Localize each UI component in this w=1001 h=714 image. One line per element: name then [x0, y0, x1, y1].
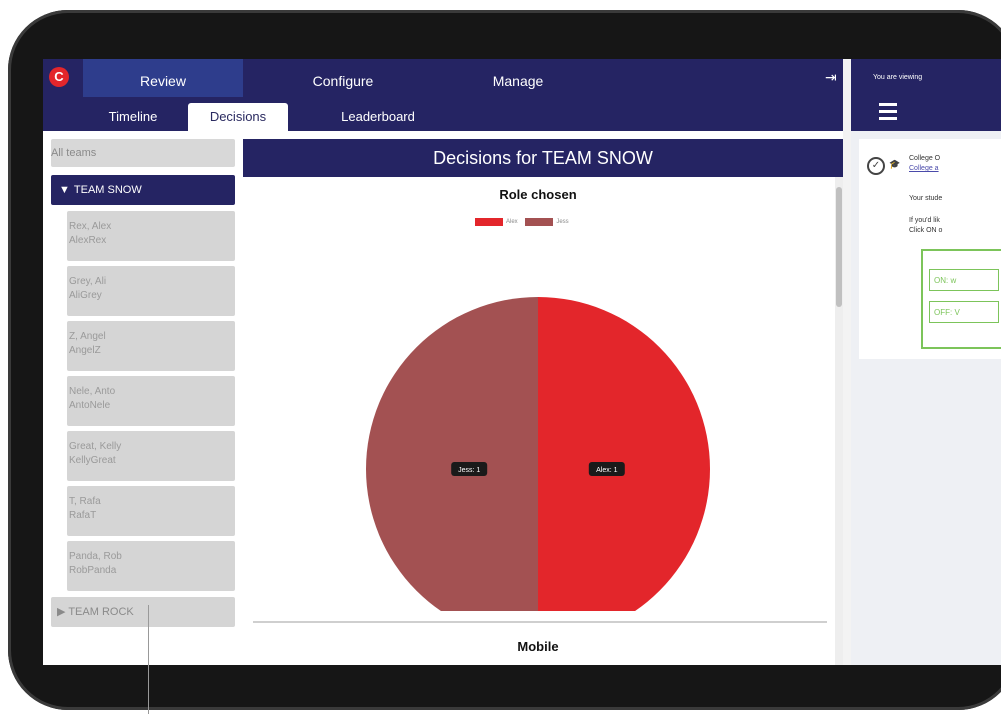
- member-username: AlexRex: [69, 235, 107, 246]
- app-screen: C Review Configure Manage ⇥ Timeline Dec…: [43, 59, 1001, 665]
- main-scrollbar[interactable]: [835, 177, 843, 665]
- tab-review[interactable]: Review: [83, 59, 243, 97]
- member-name: Great, Kelly: [69, 441, 122, 452]
- member-name: Panda, Rob: [69, 551, 122, 562]
- subtab-leaderboard[interactable]: Leaderboard: [323, 103, 433, 131]
- team-snow-header[interactable]: ▼ TEAM SNOW: [51, 175, 235, 205]
- member-item[interactable]: T, Rafa RafaT: [67, 486, 235, 536]
- member-item[interactable]: Great, Kelly KellyGreat: [67, 431, 235, 481]
- section-divider: [253, 621, 827, 623]
- caret-down-icon: ▼: [59, 184, 70, 196]
- off-button[interactable]: OFF: V: [929, 301, 999, 323]
- team-sidebar: All teams ▼ TEAM SNOW Rex, Alex AlexRex G…: [43, 131, 243, 665]
- member-username: RobPanda: [69, 565, 117, 576]
- graduation-cap-icon: 🎓: [889, 159, 901, 169]
- data-label-text: Jess: 1: [458, 467, 480, 474]
- sub-nav-bar: Timeline Decisions Leaderboard: [43, 97, 843, 131]
- section-title-mobile: Mobile: [517, 639, 559, 654]
- member-item[interactable]: Panda, Rob RobPanda: [67, 541, 235, 591]
- member-item[interactable]: Grey, Ali AliGrey: [67, 266, 235, 316]
- check-circle-icon[interactable]: ✓: [867, 157, 885, 175]
- card-line: If you'd lik: [909, 217, 940, 224]
- menu-icon[interactable]: [879, 103, 897, 121]
- caret-right-icon: ▶: [57, 606, 66, 618]
- member-name: Grey, Ali: [69, 276, 107, 287]
- right-toolbar: [851, 97, 1001, 131]
- data-label-text: Alex: 1: [596, 467, 618, 474]
- tab-configure[interactable]: Configure: [283, 59, 403, 97]
- member-item[interactable]: Z, Angel AngelZ: [67, 321, 235, 371]
- pie-chart: Alex: 1 Jess: 1: [366, 297, 710, 611]
- viewing-label: You are viewing: [851, 59, 1001, 97]
- card-link[interactable]: College a: [909, 165, 939, 172]
- member-username: AngelZ: [69, 345, 101, 356]
- member-username: AliGrey: [69, 290, 102, 301]
- top-nav-bar: C Review Configure Manage ⇥: [43, 59, 843, 97]
- scrollbar-thumb[interactable]: [836, 187, 842, 307]
- toggle-options-box: ON: w OFF: V: [921, 249, 1001, 349]
- right-panel: You are viewing ✓ 🎓 College O College a …: [851, 59, 1001, 665]
- tab-manage[interactable]: Manage: [463, 59, 573, 97]
- team-rock-header[interactable]: ▶ TEAM ROCK: [51, 597, 235, 627]
- member-name: Rex, Alex: [69, 221, 112, 232]
- exit-icon[interactable]: ⇥: [825, 69, 837, 86]
- pie-slice-jess[interactable]: [366, 297, 538, 611]
- member-item[interactable]: Nele, Anto AntoNele: [67, 376, 235, 426]
- data-label-alex: Alex: 1: [588, 462, 625, 476]
- decisions-panel: Decisions for TEAM SNOW Role chosen Alex…: [243, 131, 843, 665]
- team-name: TEAM SNOW: [73, 184, 142, 196]
- cable-line: [148, 605, 149, 714]
- member-name: T, Rafa: [69, 496, 101, 507]
- on-button[interactable]: ON: w: [929, 269, 999, 291]
- subtab-decisions[interactable]: Decisions: [188, 103, 288, 131]
- card-line: Your stude: [909, 195, 943, 202]
- team-name: TEAM ROCK: [68, 606, 134, 618]
- card-line: Click ON o: [909, 227, 943, 234]
- data-label-jess: Jess: 1: [451, 462, 488, 476]
- subtab-timeline[interactable]: Timeline: [83, 103, 183, 131]
- pie-slice-alex[interactable]: [538, 297, 710, 611]
- member-username: KellyGreat: [69, 455, 116, 466]
- card-title: College O: [909, 155, 941, 162]
- member-name: Nele, Anto: [69, 386, 116, 397]
- member-name: Z, Angel: [69, 331, 106, 342]
- all-teams-item[interactable]: All teams: [51, 139, 235, 167]
- member-username: AntoNele: [69, 400, 111, 411]
- app-logo-icon: C: [49, 67, 69, 87]
- member-username: RafaT: [69, 510, 97, 521]
- member-item[interactable]: Rex, Alex AlexRex: [67, 211, 235, 261]
